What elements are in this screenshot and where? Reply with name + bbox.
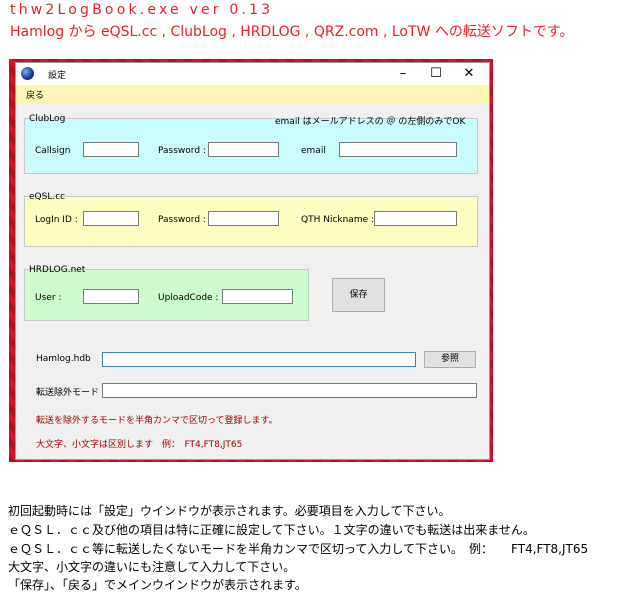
settings-window: 設定 – ☐ ✕ 戻る ClubLog email はメールアドレスの ＠ の左… xyxy=(15,62,490,460)
hamlog-label: Hamlog.hdb xyxy=(36,354,91,364)
email-label: email xyxy=(301,146,326,156)
login-id-label: LogIn ID : xyxy=(35,215,78,225)
maximize-button[interactable]: ☐ xyxy=(421,65,451,83)
menu-back[interactable]: 戻る xyxy=(26,88,44,101)
description-line-4: 大文字、小文字の違いにも注意して入力して下さい。 xyxy=(8,560,296,574)
browse-button[interactable]: 参照 xyxy=(424,351,476,368)
description-line-2: ｅＱＳＬ．ｃｃ及び他の項目は特に正確に設定して下さい。１文字の違いでも転送は出来… xyxy=(8,523,535,537)
eqsl-title: eQSL.cc xyxy=(29,192,66,202)
window-title: 設定 xyxy=(48,71,67,81)
header-subtitle: Hamlog から eQSL.cc , ClubLog , HRDLOG , Q… xyxy=(10,24,574,40)
clublog-password-label: Password : xyxy=(158,146,206,156)
save-button[interactable]: 保存 xyxy=(332,278,385,312)
globe-icon xyxy=(21,67,34,80)
user-label: User : xyxy=(35,293,62,303)
hrdlog-group: HRDLOG.net User : UploadCode : xyxy=(24,265,309,321)
description-line-5: 「保存」、「戻る」でメインウインドウが表示されます。 xyxy=(8,578,307,592)
title-bar[interactable]: 設定 – ☐ ✕ xyxy=(16,63,489,85)
clublog-password-input[interactable] xyxy=(208,142,279,157)
exclude-mode-label: 転送除外モード xyxy=(36,388,100,398)
hamlog-path-input[interactable] xyxy=(102,352,416,367)
upload-code-input[interactable] xyxy=(222,289,293,304)
case-note: 大文字、小文字は区別します 例： FT4,FT8,JT65 xyxy=(36,440,243,450)
clublog-title: ClubLog xyxy=(29,114,66,124)
upload-code-label: UploadCode : xyxy=(158,293,219,303)
exclude-mode-input[interactable] xyxy=(102,383,477,398)
hrdlog-title: HRDLOG.net xyxy=(29,265,86,275)
description-line-3: ｅＱＳＬ．ｃｃ等に転送したくないモードを半角カンマで区切って入力して下さい。 例… xyxy=(8,542,589,556)
qth-nickname-label: QTH Nickname : xyxy=(301,215,375,225)
eqsl-password-input[interactable] xyxy=(208,211,279,226)
callsign-input[interactable] xyxy=(83,142,139,157)
user-input[interactable] xyxy=(83,289,139,304)
close-button[interactable]: ✕ xyxy=(454,65,484,83)
clublog-email-note: email はメールアドレスの ＠ の左側のみでOK xyxy=(275,117,466,127)
clublog-group: ClubLog email はメールアドレスの ＠ の左側のみでOK Calls… xyxy=(24,114,478,174)
eqsl-group: eQSL.cc LogIn ID : Password : QTH Nickna… xyxy=(24,192,478,247)
exclude-note: 転送を除外するモードを半角カンマで区切って登録します。 xyxy=(36,416,278,426)
eqsl-password-label: Password : xyxy=(158,215,206,225)
minimize-button[interactable]: – xyxy=(388,65,418,83)
callsign-label: Callsign xyxy=(35,146,71,156)
header-title: thw2LogBook.exe ver 0.13 xyxy=(10,2,274,18)
menu-bar: 戻る xyxy=(16,85,489,103)
qth-nickname-input[interactable] xyxy=(374,211,457,226)
email-input[interactable] xyxy=(339,142,457,157)
description-line-1: 初回起動時には「設定」ウインドウが表示されます。必要項目を入力して下さい。 xyxy=(8,504,451,518)
login-id-input[interactable] xyxy=(83,211,139,226)
